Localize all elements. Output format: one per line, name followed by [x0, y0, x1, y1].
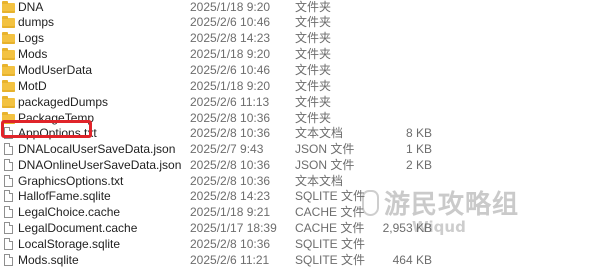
- modified-date: 2025/1/18 9:20: [190, 79, 271, 93]
- file-row-dnaonlineuser[interactable]: DNAOnlineUserSaveData.json 2025/2/8 10:3…: [0, 157, 600, 174]
- file-size: 2,953 KB: [382, 221, 432, 235]
- json-document-icon: [4, 143, 13, 155]
- file-type: SQLITE 文件: [295, 189, 366, 203]
- file-row-mods-folder[interactable]: Mods 2025/1/18 9:20 文件夹: [0, 46, 600, 63]
- file-name: ModUserData: [18, 63, 93, 77]
- folder-icon: [2, 1, 15, 13]
- folder-icon: [2, 48, 15, 60]
- sqlite-document-icon: [4, 190, 13, 202]
- file-row-dnalocaluser[interactable]: DNALocalUserSaveData.json 2025/2/7 9:43 …: [0, 141, 600, 158]
- folder-icon: [2, 32, 15, 44]
- modified-date: 2025/1/18 9:20: [190, 47, 271, 61]
- sqlite-document-icon: [4, 254, 13, 266]
- modified-date: 2025/2/8 14:23: [190, 189, 271, 203]
- file-name: HallofFame.sqlite: [18, 189, 111, 203]
- file-name: LegalChoice.cache: [18, 205, 121, 219]
- file-name: DNAOnlineUserSaveData.json: [18, 158, 182, 172]
- file-name: Mods.sqlite: [18, 253, 79, 267]
- file-row-logs[interactable]: Logs 2025/2/8 14:23 文件夹: [0, 30, 600, 47]
- file-type: 文件夹: [295, 63, 332, 77]
- json-document-icon: [4, 159, 13, 171]
- text-document-icon: [4, 175, 13, 187]
- highlight-box: [1, 120, 92, 138]
- file-type: CACHE 文件: [295, 221, 365, 235]
- file-name: dumps: [18, 15, 55, 29]
- modified-date: 2025/2/6 11:21: [190, 253, 270, 267]
- file-type: JSON 文件: [295, 158, 355, 172]
- file-type: 文本文档: [295, 126, 344, 140]
- file-row-halloffame[interactable]: HallofFame.sqlite 2025/2/8 14:23 SQLITE …: [0, 188, 600, 205]
- file-type: CACHE 文件: [295, 205, 365, 219]
- file-list: DNA 2025/1/18 9:20 文件夹 dumps 2025/2/6 10…: [0, 0, 600, 267]
- file-type: 文件夹: [295, 95, 332, 109]
- folder-icon: [2, 64, 15, 76]
- file-size: 464 KB: [392, 253, 432, 267]
- file-type: 文件夹: [295, 15, 332, 29]
- file-type: 文件夹: [295, 79, 332, 93]
- file-name: Mods: [18, 47, 48, 61]
- file-type: JSON 文件: [295, 142, 355, 156]
- modified-date: 2025/2/7 9:43: [190, 142, 264, 156]
- modified-date: 2025/1/17 18:39: [190, 221, 277, 235]
- file-row-legalchoice[interactable]: LegalChoice.cache 2025/1/18 9:21 CACHE 文…: [0, 204, 600, 221]
- file-size: 8 KB: [405, 126, 432, 140]
- file-name: MotD: [18, 79, 47, 93]
- file-row-dumps[interactable]: dumps 2025/2/6 10:46 文件夹: [0, 14, 600, 31]
- folder-icon: [2, 96, 15, 108]
- modified-date: 2025/2/8 14:23: [190, 31, 271, 45]
- file-row-localstorage[interactable]: LocalStorage.sqlite 2025/2/8 10:36 SQLIT…: [0, 236, 600, 253]
- file-name: DNALocalUserSaveData.json: [18, 142, 176, 156]
- folder-icon: [2, 16, 15, 28]
- file-type: SQLITE 文件: [295, 237, 366, 251]
- file-name: LegalDocument.cache: [18, 221, 138, 235]
- file-name: packagedDumps: [18, 95, 109, 109]
- folder-icon: [2, 80, 15, 92]
- file-row-legaldocument[interactable]: LegalDocument.cache 2025/1/17 18:39 CACH…: [0, 220, 600, 237]
- file-size: 1 KB: [405, 142, 432, 156]
- modified-date: 2025/2/8 10:36: [190, 126, 271, 140]
- sqlite-document-icon: [4, 238, 13, 250]
- modified-date: 2025/1/18 9:21: [190, 205, 271, 219]
- modified-date: 2025/2/8 10:36: [190, 237, 271, 251]
- file-row-moduserdata[interactable]: ModUserData 2025/2/6 10:46 文件夹: [0, 62, 600, 79]
- file-row-packageddumps[interactable]: packagedDumps 2025/2/6 11:13 文件夹: [0, 94, 600, 111]
- modified-date: 2025/2/6 10:46: [190, 15, 271, 29]
- modified-date: 2025/2/6 11:13: [190, 95, 270, 109]
- file-name: Logs: [18, 31, 45, 45]
- file-name: LocalStorage.sqlite: [18, 237, 121, 251]
- file-row-motd[interactable]: MotD 2025/1/18 9:20 文件夹: [0, 78, 600, 95]
- file-size: 2 KB: [405, 158, 432, 172]
- file-type: 文件夹: [295, 47, 332, 61]
- cache-document-icon: [4, 206, 13, 218]
- file-row-mods-sqlite[interactable]: Mods.sqlite 2025/2/6 11:21 SQLITE 文件 464…: [0, 252, 600, 269]
- modified-date: 2025/2/6 10:46: [190, 63, 271, 77]
- modified-date: 2025/2/8 10:36: [190, 158, 271, 172]
- cache-document-icon: [4, 222, 13, 234]
- file-type: SQLITE 文件: [295, 253, 366, 267]
- file-type: 文件夹: [295, 31, 332, 45]
